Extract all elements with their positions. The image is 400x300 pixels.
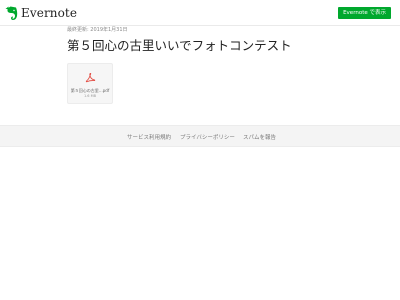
evernote-elephant-icon [5, 6, 18, 20]
open-in-evernote-button[interactable]: Evernote で表示 [338, 7, 391, 19]
terms-of-service-link[interactable]: サービス利用規約 [127, 133, 171, 141]
top-bar: Evernote Evernote で表示 [0, 0, 400, 26]
attachment-size: 1.6 MB [83, 94, 97, 98]
last-updated: 最終更新: 2019年1月31日 [67, 27, 128, 33]
privacy-policy-link[interactable]: プライバシーポリシー [180, 133, 235, 141]
note-title: 第５回心の古里いいでフォトコンテスト [67, 38, 292, 53]
report-spam-link[interactable]: スパムを報告 [243, 133, 276, 141]
pdf-attachment[interactable]: 第５回心の古里…pdf 1.6 MB [67, 63, 113, 104]
evernote-logo[interactable]: Evernote [5, 4, 77, 22]
footer: サービス利用規約 プライバシーポリシー スパムを報告 [0, 125, 400, 147]
page: Evernote Evernote で表示 最終更新: 2019年1月31日 第… [0, 0, 400, 300]
logo-text: Evernote [21, 6, 78, 20]
pdf-icon [85, 72, 96, 83]
